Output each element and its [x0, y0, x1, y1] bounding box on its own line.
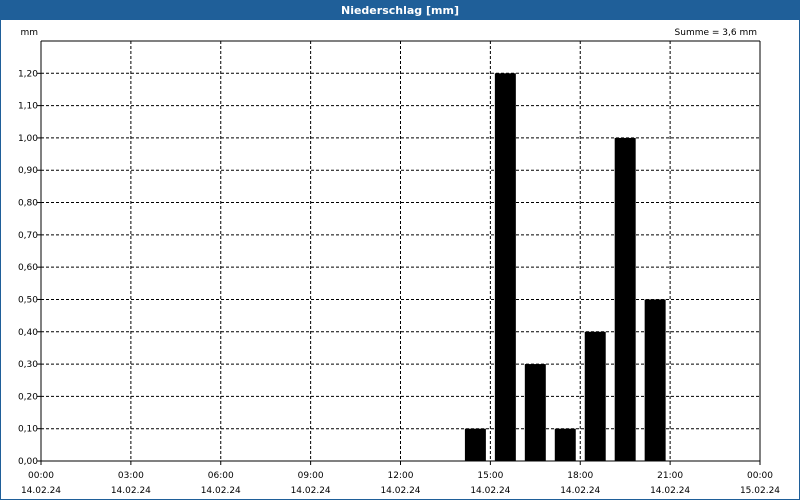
- bar: [464, 428, 486, 461]
- x-tick-time: 00:00: [747, 471, 773, 481]
- x-tick-date: 15.02.24: [740, 486, 780, 496]
- x-tick-date: 14.02.24: [201, 486, 241, 496]
- y-tick-label: 0,20: [18, 392, 38, 402]
- summary-label: Summe = 3,6 mm: [675, 28, 757, 38]
- y-tick-label: 1,00: [18, 134, 38, 144]
- x-tick-time: 09:00: [298, 471, 324, 481]
- y-tick-label: 1,20: [18, 69, 38, 79]
- y-tick-label: 0,00: [18, 457, 38, 467]
- x-tick-time: 03:00: [118, 471, 144, 481]
- x-tick-time: 06:00: [208, 471, 234, 481]
- x-tick-time: 15:00: [477, 471, 503, 481]
- x-tick-date: 14.02.24: [291, 486, 331, 496]
- x-tick-date: 14.02.24: [380, 486, 420, 496]
- y-tick-label: 0,60: [18, 263, 38, 273]
- x-tick-time: 18:00: [567, 471, 593, 481]
- x-tick-date: 14.02.24: [560, 486, 600, 496]
- y-tick-label: 0,70: [18, 231, 38, 241]
- x-tick-date: 14.02.24: [21, 486, 61, 496]
- x-tick-date: 14.02.24: [111, 486, 151, 496]
- chart-window: Niederschlag [mm] 0,00 0,10 0,20 0,30 0,40 0,…: [0, 0, 800, 500]
- bar: [524, 364, 546, 461]
- x-tick-date: 14.02.24: [650, 486, 690, 496]
- x-tick-date: 14.02.24: [470, 486, 510, 496]
- y-axis-unit-label: mm: [20, 28, 38, 38]
- precipitation-chart: 0,00 0,10 0,20 0,30 0,40 0,50 0,60 0,70 0,80 0,90…: [18, 28, 780, 496]
- y-tick-label: 0,30: [18, 360, 38, 370]
- y-tick-label: 1,10: [18, 102, 38, 112]
- bar: [584, 331, 606, 461]
- y-tick-label: 0,80: [18, 199, 38, 209]
- y-tick-label: 0,90: [18, 166, 38, 176]
- y-tick-label: 0,40: [18, 328, 38, 338]
- y-tick-label: 0,50: [18, 295, 38, 305]
- chart-title: Niederschlag [mm]: [1, 1, 799, 20]
- y-tick-label: 0,10: [18, 425, 38, 435]
- bar: [614, 137, 636, 461]
- bar: [554, 428, 576, 461]
- x-tick-time: 12:00: [388, 471, 414, 481]
- bar: [494, 73, 516, 462]
- x-tick-time: 21:00: [657, 471, 683, 481]
- bar: [644, 299, 666, 461]
- x-tick-time: 00:00: [28, 471, 54, 481]
